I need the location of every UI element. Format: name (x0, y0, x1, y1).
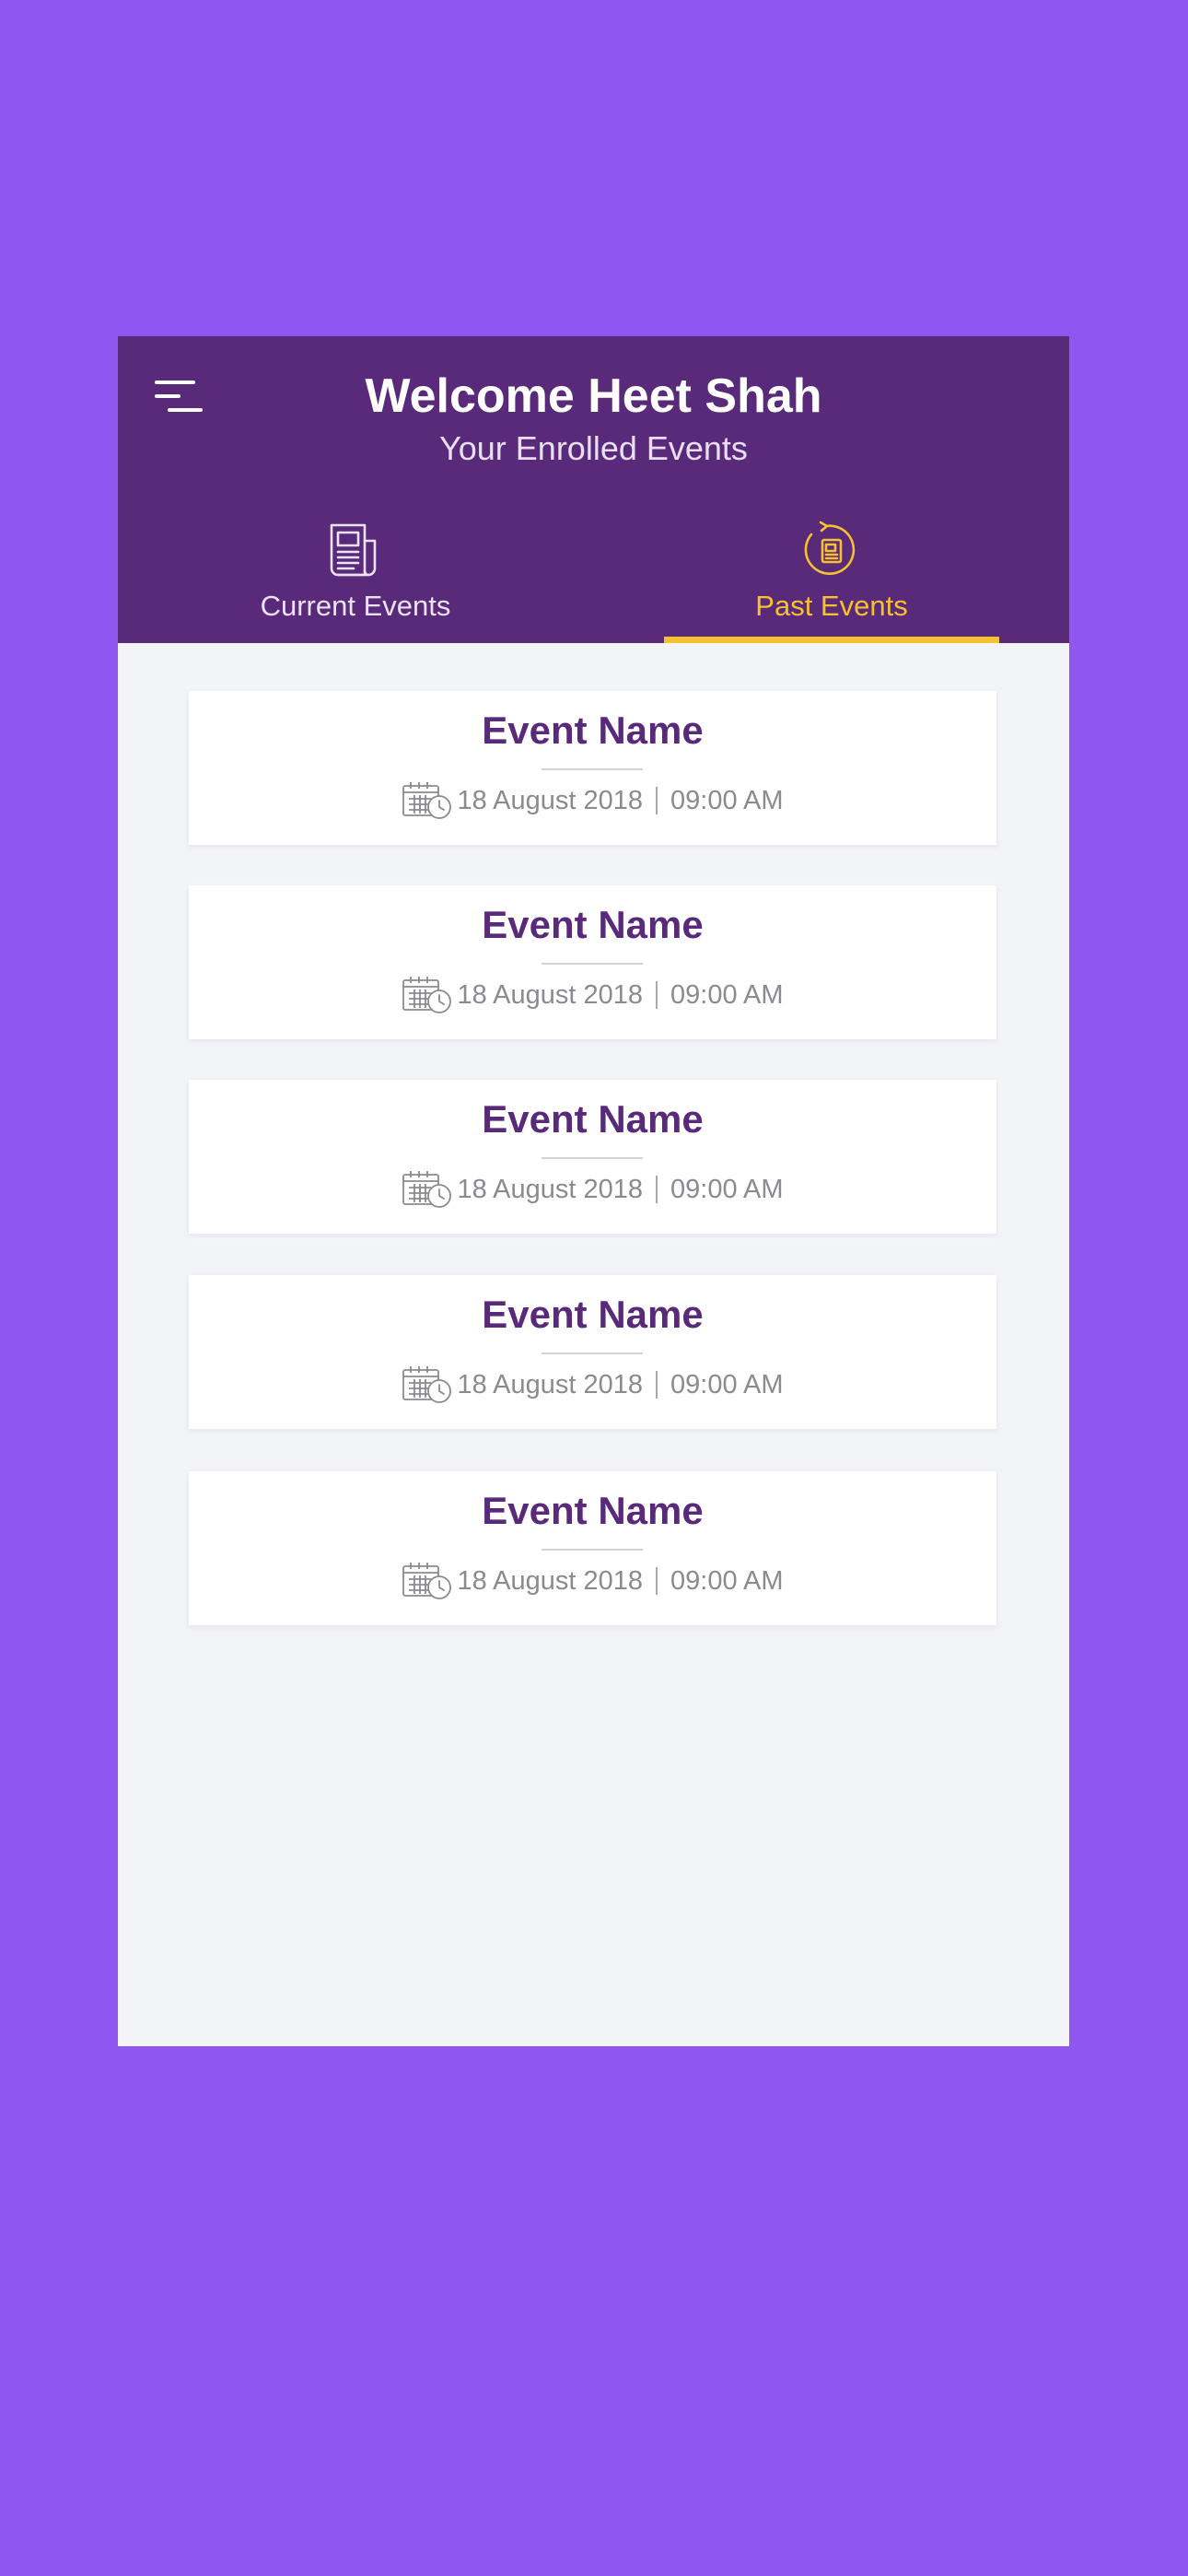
event-name: Event Name (482, 903, 704, 946)
event-date: 18 August 2018 (457, 785, 644, 815)
calendar-clock-icon (402, 1366, 452, 1403)
event-card[interactable]: Event Name 18 August 2018 09:00 AM (189, 1471, 996, 1625)
app-screen: Welcome Heet Shah Your Enrolled Events C… (118, 336, 1069, 2046)
event-meta: 18 August 2018 09:00 AM (189, 1364, 996, 1406)
tab-past-events[interactable]: Past Events (594, 521, 1069, 643)
page-title: Welcome Heet Shah (365, 369, 822, 423)
divider (542, 1549, 643, 1551)
event-time: 09:00 AM (670, 979, 784, 1010)
event-name: Event Name (482, 1489, 704, 1532)
tab-label: Past Events (755, 590, 908, 622)
tab-current-events[interactable]: Current Events (118, 521, 593, 643)
separator (656, 1371, 658, 1399)
separator (656, 981, 658, 1009)
divider (542, 768, 643, 770)
event-name: Event Name (482, 1097, 704, 1141)
divider (542, 1157, 643, 1159)
event-date: 18 August 2018 (457, 1174, 644, 1204)
separator (656, 1567, 658, 1595)
event-card[interactable]: Event Name 18 August 2018 09:00 AM (189, 1275, 996, 1429)
event-date: 18 August 2018 (457, 1369, 644, 1399)
page-subtitle: Your Enrolled Events (439, 429, 748, 467)
event-date: 18 August 2018 (457, 1565, 644, 1596)
divider (542, 1352, 643, 1354)
separator (656, 1176, 658, 1203)
event-name: Event Name (482, 708, 704, 752)
calendar-clock-icon (402, 977, 452, 1013)
event-time: 09:00 AM (670, 1174, 784, 1204)
event-date: 18 August 2018 (457, 979, 644, 1010)
event-meta: 18 August 2018 09:00 AM (189, 974, 996, 1016)
header: Welcome Heet Shah Your Enrolled Events C… (118, 336, 1069, 643)
calendar-clock-icon (402, 1171, 452, 1208)
event-time: 09:00 AM (670, 1369, 784, 1399)
event-card[interactable]: Event Name 18 August 2018 09:00 AM (189, 885, 996, 1039)
event-meta: 18 August 2018 09:00 AM (189, 1560, 996, 1602)
event-name: Event Name (482, 1293, 704, 1336)
separator (656, 787, 658, 814)
event-card[interactable]: Event Name 18 August 2018 09:00 AM (189, 691, 996, 845)
newspaper-icon (330, 523, 377, 577)
divider (542, 963, 643, 965)
event-meta: 18 August 2018 09:00 AM (189, 1168, 996, 1211)
active-tab-indicator (664, 637, 999, 643)
calendar-clock-icon (402, 782, 452, 819)
tab-label: Current Events (260, 590, 451, 622)
event-card[interactable]: Event Name 18 August 2018 09:00 AM (189, 1080, 996, 1234)
calendar-clock-icon (402, 1563, 452, 1599)
event-time: 09:00 AM (670, 1565, 784, 1596)
event-meta: 18 August 2018 09:00 AM (189, 779, 996, 822)
event-time: 09:00 AM (670, 785, 784, 815)
history-icon (804, 521, 856, 575)
